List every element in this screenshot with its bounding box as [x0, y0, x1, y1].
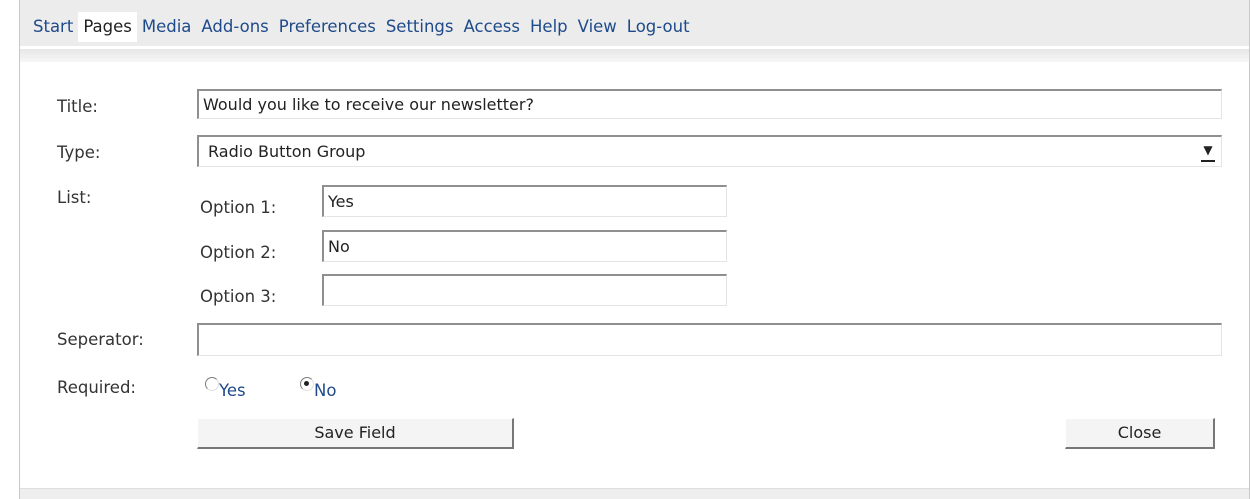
option-2-input[interactable] — [322, 230, 727, 262]
tab-log-out[interactable]: Log-out — [622, 12, 695, 42]
main-nav: Start Pages Media Add-ons Preferences Se… — [20, 0, 695, 46]
option-3-label: Option 3: — [200, 287, 277, 306]
radio-selected-dot — [304, 381, 309, 386]
tab-start[interactable]: Start — [28, 12, 78, 42]
required-no-label[interactable]: No — [314, 381, 336, 400]
option-1-input[interactable] — [322, 185, 727, 217]
option-3-input[interactable] — [322, 274, 727, 306]
separator-input[interactable] — [197, 323, 1222, 356]
tab-access[interactable]: Access — [459, 12, 526, 42]
panel-footer — [20, 488, 1249, 499]
required-yes-radio[interactable] — [205, 377, 219, 391]
tab-settings[interactable]: Settings — [381, 12, 459, 42]
tab-help[interactable]: Help — [525, 12, 573, 42]
editor-panel: Start Pages Media Add-ons Preferences Se… — [19, 0, 1250, 499]
save-field-button[interactable]: Save Field — [197, 418, 514, 449]
nav-divider — [20, 49, 1249, 62]
close-button[interactable]: Close — [1065, 418, 1215, 449]
type-select-value: Radio Button Group — [208, 142, 366, 161]
list-label: List: — [57, 188, 92, 207]
tab-media[interactable]: Media — [137, 12, 197, 42]
option-2-label: Option 2: — [200, 243, 277, 262]
required-no-radio[interactable] — [300, 377, 314, 391]
title-input[interactable] — [197, 89, 1222, 119]
option-1-label: Option 1: — [200, 198, 277, 217]
tab-add-ons[interactable]: Add-ons — [196, 12, 273, 42]
tab-pages[interactable]: Pages — [78, 12, 137, 42]
tab-preferences[interactable]: Preferences — [274, 12, 381, 42]
required-label: Required: — [57, 378, 136, 397]
tab-view[interactable]: View — [573, 12, 622, 42]
type-select[interactable]: Radio Button Group ▼ — [197, 135, 1222, 167]
type-label: Type: — [57, 143, 101, 162]
required-yes-label[interactable]: Yes — [219, 381, 246, 400]
separator-label: Seperator: — [57, 330, 144, 349]
chevron-down-icon[interactable]: ▼ — [1201, 142, 1215, 162]
title-label: Title: — [57, 97, 98, 116]
